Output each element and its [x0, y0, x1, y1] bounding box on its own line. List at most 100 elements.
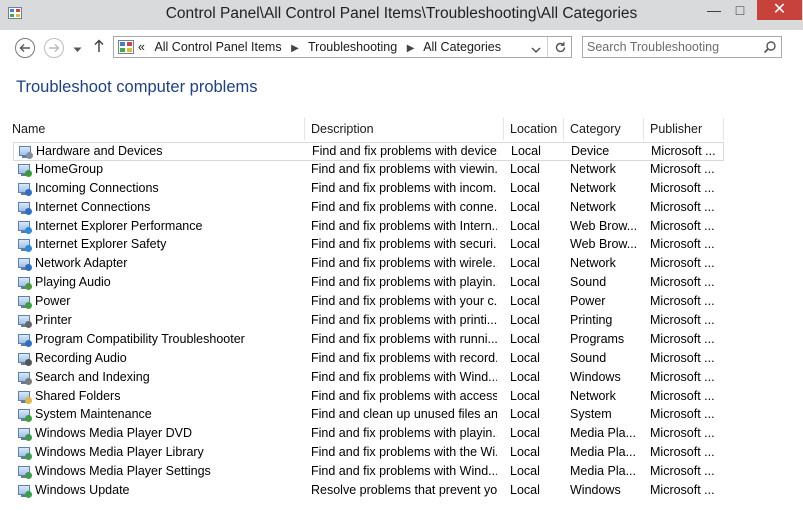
ie-icon	[17, 238, 32, 253]
row-name[interactable]: Search and Indexing	[35, 370, 301, 384]
row-name[interactable]: Windows Media Player Settings	[35, 464, 301, 478]
icon-graphic	[17, 352, 32, 366]
icon-graphic	[17, 201, 32, 215]
table-row[interactable]: HomeGroup Find and fix problems with view…	[13, 161, 724, 180]
row-location: Local	[510, 407, 540, 422]
row-name[interactable]: HomeGroup	[35, 162, 301, 176]
row-name[interactable]: Windows Media Player Library	[35, 445, 301, 459]
column-header-description[interactable]: Description	[305, 118, 504, 140]
row-name[interactable]: Playing Audio	[35, 275, 301, 289]
refresh-button[interactable]	[547, 37, 572, 57]
breadcrumb-item-all-control-panel-items[interactable]: All Control Panel Items	[154, 40, 281, 54]
address-dropdown-button[interactable]	[531, 43, 541, 57]
table-row[interactable]: Printer Find and fix problems with printi…	[13, 312, 724, 331]
search-icon	[17, 371, 32, 385]
table-row[interactable]: Windows Media Player Settings Find and fi…	[13, 463, 724, 482]
row-name[interactable]: Internet Explorer Safety	[35, 237, 301, 251]
back-button[interactable]	[15, 38, 35, 58]
row-location: Local	[510, 313, 540, 328]
row-name[interactable]: Printer	[35, 313, 301, 327]
row-location: Local	[511, 144, 541, 158]
row-name[interactable]: Power	[35, 294, 301, 308]
address-bar[interactable]: « All Control Panel Items ▶ Troubleshoot…	[113, 36, 572, 58]
forward-button[interactable]	[44, 38, 64, 58]
icon-badge	[25, 377, 32, 385]
row-name[interactable]: Network Adapter	[35, 256, 301, 270]
breadcrumb-separator-icon[interactable]: ▶	[291, 43, 299, 54]
maintenance-icon	[17, 408, 32, 423]
breadcrumb-separator-icon[interactable]: ▶	[407, 43, 415, 54]
row-description: Find and fix problems with incom...	[311, 180, 497, 195]
row-name[interactable]: Windows Update	[35, 483, 301, 497]
table-row[interactable]: Recording Audio Find and fix problems wit…	[13, 350, 724, 369]
forward-arrow-icon	[49, 44, 60, 52]
row-name[interactable]: Incoming Connections	[35, 181, 301, 195]
row-category: Network	[570, 161, 616, 176]
row-name[interactable]: Internet Explorer Performance	[35, 219, 301, 233]
table-row[interactable]: Program Compatibility Troubleshooter Find…	[13, 331, 724, 350]
table-row[interactable]: Internet Explorer Safety Find and fix pro…	[13, 236, 724, 255]
icon-graphic	[17, 163, 32, 177]
table-row[interactable]: System Maintenance Find and clean up unus…	[13, 406, 724, 425]
row-name[interactable]: Hardware and Devices	[36, 144, 302, 158]
table-row[interactable]: Search and Indexing Find and fix problems…	[13, 369, 724, 388]
row-description: Find and fix problems with printi...	[311, 313, 497, 328]
breadcrumb-item-all-categories[interactable]: All Categories	[423, 40, 501, 54]
table-row[interactable]: Internet Connections Find and fix problem…	[13, 199, 724, 218]
maximize-button[interactable]: □	[728, 0, 752, 20]
row-name[interactable]: Program Compatibility Troubleshooter	[35, 332, 301, 346]
microphone-icon	[17, 352, 32, 366]
row-description: Find and fix problems with securi...	[311, 237, 497, 252]
row-description: Find and fix problems with playin...	[311, 275, 497, 290]
column-header-location[interactable]: Location	[504, 118, 564, 140]
row-description: Resolve problems that prevent yo...	[311, 483, 497, 498]
row-description: Find and fix problems with record...	[311, 350, 497, 365]
row-description: Find and fix problems with device...	[312, 144, 498, 158]
icon-graphic	[17, 446, 32, 461]
search-input[interactable]	[587, 39, 757, 55]
table-row[interactable]: Windows Media Player Library Find and fix…	[13, 444, 724, 463]
row-publisher: Microsoft ...	[650, 237, 715, 252]
row-name[interactable]: Windows Media Player DVD	[35, 426, 301, 440]
icon-graphic	[17, 390, 32, 404]
row-publisher: Microsoft ...	[650, 464, 715, 479]
refresh-icon	[555, 41, 565, 52]
table-row[interactable]: Internet Explorer Performance Find and fi…	[13, 218, 724, 237]
table-row[interactable]: Network Adapter Find and fix problems wit…	[13, 255, 724, 274]
table-row[interactable]: Hardware and Devices Find and fix problem…	[13, 142, 724, 161]
row-name[interactable]: System Maintenance	[35, 407, 301, 421]
search-icon[interactable]	[763, 40, 777, 54]
icon-graphic	[17, 427, 32, 442]
column-header-name[interactable]: Name	[6, 118, 305, 140]
row-name[interactable]: Internet Connections	[35, 200, 301, 214]
row-description: Find and fix problems with Intern...	[311, 218, 497, 233]
navigation-bar: « All Control Panel Items ▶ Troubleshoot…	[0, 30, 803, 66]
up-button[interactable]	[93, 39, 105, 56]
program-icon	[17, 333, 32, 347]
row-name[interactable]: Recording Audio	[35, 351, 301, 365]
table-row[interactable]: Windows Media Player DVD Find and fix pro…	[13, 425, 724, 444]
table-row[interactable]: Windows Update Resolve problems that prev…	[13, 482, 724, 501]
search-box[interactable]	[582, 36, 782, 58]
table-row[interactable]: Playing Audio Find and fix problems with …	[13, 274, 724, 293]
row-publisher: Microsoft ...	[650, 483, 715, 498]
close-button[interactable]: ✕	[757, 0, 802, 20]
row-location: Local	[510, 445, 540, 460]
table-row[interactable]: Shared Folders Find and fix problems with…	[13, 388, 724, 407]
recent-locations-button[interactable]	[73, 42, 82, 56]
breadcrumb-overflow[interactable]: «	[138, 40, 145, 54]
table-row[interactable]: Incoming Connections Find and fix problem…	[13, 180, 724, 199]
table-row[interactable]: Power Find and fix problems with your c..…	[13, 293, 724, 312]
minimize-button[interactable]: —	[702, 0, 726, 20]
row-description: Find and fix problems with the Wi...	[311, 445, 497, 460]
row-location: Local	[510, 388, 540, 403]
row-name[interactable]: Shared Folders	[35, 389, 301, 403]
column-header-category[interactable]: Category	[564, 118, 644, 140]
breadcrumb-item-troubleshooting[interactable]: Troubleshooting	[308, 40, 397, 54]
column-header-publisher[interactable]: Publisher	[644, 118, 724, 140]
network-icon	[17, 182, 32, 196]
chevron-down-icon	[73, 47, 82, 52]
back-arrow-icon	[19, 44, 30, 52]
icon-graphic	[17, 484, 32, 499]
row-description: Find and fix problems with conne...	[311, 199, 497, 214]
